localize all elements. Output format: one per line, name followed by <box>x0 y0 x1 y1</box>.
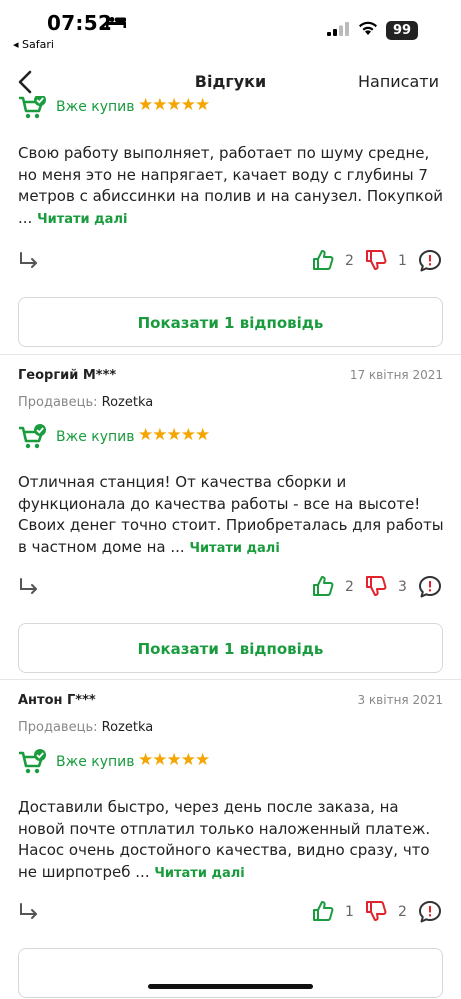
review-header: Антон Г*** 3 квітня 2021 <box>18 693 443 713</box>
show-replies-button[interactable] <box>18 948 443 998</box>
review-card: Антон Г*** 3 квітня 2021 Продавець: Roze… <box>0 693 461 999</box>
report-icon[interactable] <box>418 249 442 273</box>
review-card: Георгий М*** 17 квітня 2021 Продавець: R… <box>0 368 461 678</box>
review-actions: 1 2 <box>18 900 443 926</box>
review-card: Вже купив ★★★★★ Свою работу выполняет, р… <box>0 96 461 354</box>
dislike-count: 1 <box>398 253 407 269</box>
rating-stars: ★★★★★ <box>138 425 210 445</box>
seller-name: Rozetka <box>101 720 154 735</box>
review-actions: 2 1 <box>18 249 443 275</box>
bought-label: Вже купив <box>56 754 135 770</box>
seller-label: Продавець: <box>18 395 98 410</box>
seller-info: Продавець: Rozetka <box>18 720 153 735</box>
review-text: Доставили быстро, через день после заказ… <box>18 797 448 884</box>
review-divider <box>0 679 461 680</box>
seller-name: Rozetka <box>101 395 154 410</box>
review-date: 17 квітня 2021 <box>349 368 443 382</box>
read-more-link[interactable]: Читати далі <box>37 212 127 227</box>
thumbs-down-icon[interactable] <box>365 575 387 597</box>
bought-label: Вже купив <box>56 429 135 445</box>
review-author: Антон Г*** <box>18 693 96 708</box>
read-more-link[interactable]: Читати далі <box>189 541 279 556</box>
seller-info: Продавець: Rozetka <box>18 395 153 410</box>
review-header: Георгий М*** 17 квітня 2021 <box>18 368 443 388</box>
bought-label: Вже купив <box>56 99 135 115</box>
verified-cart-icon <box>19 96 46 119</box>
thumbs-down-icon[interactable] <box>365 900 387 922</box>
rating-stars: ★★★★★ <box>138 750 210 770</box>
verified-purchase: Вже купив ★★★★★ <box>18 96 318 120</box>
write-review-button[interactable]: Написати <box>358 72 439 91</box>
verified-purchase: Вже купив ★★★★★ <box>18 424 318 450</box>
thumbs-up-icon[interactable] <box>312 900 334 922</box>
show-replies-button[interactable]: Показати 1 відповідь <box>18 623 443 673</box>
sleep-focus-icon <box>106 16 126 28</box>
dislike-count: 3 <box>398 579 407 595</box>
show-replies-button[interactable]: Показати 1 відповідь <box>18 297 443 347</box>
reviews-list: Вже купив ★★★★★ Свою работу выполняет, р… <box>0 96 461 999</box>
verified-purchase: Вже купив ★★★★★ <box>18 749 318 775</box>
review-divider <box>0 354 461 355</box>
like-count: 2 <box>345 253 354 269</box>
reply-icon[interactable] <box>18 577 40 597</box>
like-count: 1 <box>345 904 354 920</box>
reply-icon[interactable] <box>18 902 40 922</box>
review-date: 3 квітня 2021 <box>357 693 443 707</box>
review-author: Георгий М*** <box>18 368 117 383</box>
verified-cart-icon <box>19 424 46 449</box>
thumbs-up-icon[interactable] <box>312 249 334 271</box>
report-icon[interactable] <box>418 900 442 924</box>
status-bar: 07:52 ◂ Safari 99 <box>0 0 461 56</box>
dislike-count: 2 <box>398 904 407 920</box>
status-time: 07:52 <box>47 11 113 35</box>
review-actions: 2 3 <box>18 575 443 601</box>
battery-indicator: 99 <box>386 21 418 40</box>
thumbs-down-icon[interactable] <box>365 249 387 271</box>
like-count: 2 <box>345 579 354 595</box>
thumbs-up-icon[interactable] <box>312 575 334 597</box>
seller-label: Продавець: <box>18 720 98 735</box>
review-text: Свою работу выполняет, работает по шуму … <box>18 143 448 230</box>
reply-icon[interactable] <box>18 251 40 271</box>
rating-stars: ★★★★★ <box>138 96 210 115</box>
home-indicator <box>148 984 313 989</box>
report-icon[interactable] <box>418 575 442 599</box>
wifi-icon <box>359 21 377 35</box>
verified-cart-icon <box>19 749 46 774</box>
read-more-link[interactable]: Читати далі <box>154 866 244 881</box>
cellular-signal-icon <box>327 22 349 36</box>
review-text: Отличная станция! От качества сборки и ф… <box>18 472 448 559</box>
back-to-safari-link[interactable]: ◂ Safari <box>13 38 54 51</box>
